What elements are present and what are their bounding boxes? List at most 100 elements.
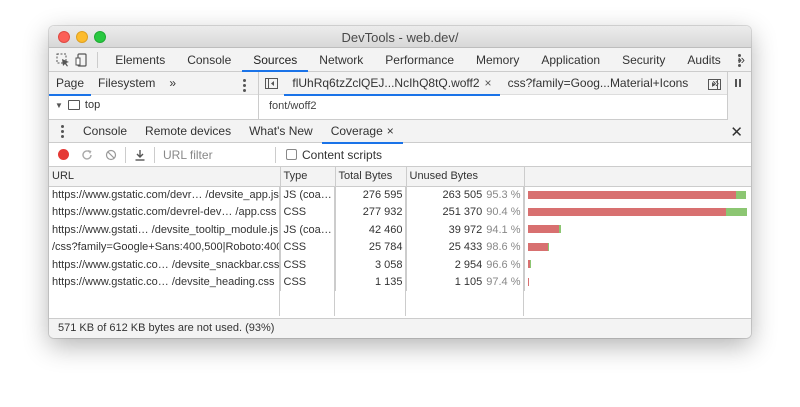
toolbar-divider (125, 146, 126, 163)
cell-total-bytes: 25 784 (335, 238, 407, 256)
url-filter-input[interactable]: URL filter (163, 148, 273, 162)
column-header-usage-bar (524, 167, 751, 187)
usage-bar-unused (527, 225, 560, 233)
record-icon (57, 149, 69, 160)
tree-item-label: top (84, 99, 101, 111)
table-row[interactable]: https://www.gstatic.com/devr… /devsite_a… (49, 186, 751, 204)
unused-percent: 98.6 % (486, 241, 521, 254)
window-title: DevTools - web.dev/ (341, 30, 459, 45)
usage-bar-unused (527, 242, 548, 251)
tab-security[interactable]: Security (611, 48, 676, 72)
table-row[interactable]: https://www.gstatic.co… /devsite_heading… (49, 273, 751, 292)
unused-percent: 94.1 % (486, 223, 521, 236)
unused-bytes-value: 251 370 (442, 206, 483, 219)
usage-bar (527, 190, 747, 199)
drawer-tab-console[interactable]: Console (74, 120, 136, 143)
cell-type: CSS (280, 256, 336, 274)
file-tab-woff2[interactable]: flUhRq6tzZclQEJ...NcIhQ8tQ.woff2 × (284, 72, 500, 96)
cell-total-bytes: 1 135 (335, 273, 407, 291)
tab-audits[interactable]: Audits (676, 48, 731, 72)
unused-bytes-value: 39 972 (448, 223, 483, 236)
table-row[interactable]: https://www.gstatic.com/devrel-dev… /app… (49, 203, 751, 222)
cell-type: CSS (280, 203, 336, 221)
tree-item-top[interactable]: ▼ top (49, 95, 258, 115)
navigator-menu-icon[interactable] (239, 77, 250, 94)
toolbar-divider (275, 146, 276, 163)
cell-unused-bytes: 39 972 94.1 % (406, 221, 525, 239)
toggle-debugger-icon[interactable] (703, 72, 725, 96)
cell-url: /css?family=Google+Sans:400,500|Roboto:4… (49, 238, 281, 256)
frame-icon (67, 100, 80, 110)
record-button[interactable] (51, 143, 75, 167)
toolbar-divider (154, 146, 155, 163)
close-drawer-icon[interactable]: ✕ (730, 123, 743, 141)
pause-icon[interactable] (728, 72, 748, 94)
tab-memory[interactable]: Memory (465, 48, 530, 72)
usage-bar-cell (524, 186, 751, 204)
table-row[interactable]: /css?family=Google+Sans:400,500|Roboto:4… (49, 238, 751, 256)
tab-application[interactable]: Application (530, 48, 611, 72)
tab-console[interactable]: Console (176, 48, 242, 72)
title-bar: DevTools - web.dev/ (49, 26, 751, 48)
nav-tab-filesystem[interactable]: Filesystem (91, 72, 162, 95)
unused-bytes-value: 1 105 (454, 276, 483, 289)
close-coverage-tab-icon[interactable]: × (387, 124, 394, 138)
cell-total-bytes: 3 058 (335, 256, 407, 274)
customize-menu-icon[interactable] (734, 52, 745, 69)
usage-bar-used (726, 207, 748, 216)
coverage-status-bar: 571 KB of 612 KB bytes are not used. (93… (49, 318, 751, 338)
tab-network[interactable]: Network (308, 48, 374, 72)
cell-url: https://www.gstatic.com/devrel-dev… /app… (49, 203, 281, 221)
cell-type: JS (coa… (280, 186, 336, 204)
checkbox-box[interactable] (286, 149, 297, 160)
reload-button[interactable] (75, 143, 99, 167)
cell-url: https://www.gstatic.co… /devsite_snackba… (49, 256, 281, 274)
usage-bar-cell (524, 204, 751, 222)
export-button[interactable] (128, 143, 152, 167)
cell-unused-bytes: 263 505 95.3 % (406, 186, 525, 204)
usage-bar-cell (524, 221, 751, 239)
unused-percent: 90.4 % (486, 206, 521, 219)
device-toolbar-icon[interactable] (72, 48, 91, 72)
navigator-pane: Page Filesystem » ▼ top (49, 72, 259, 120)
column-header-type[interactable]: Type (280, 167, 336, 187)
nav-tab-page[interactable]: Page (49, 72, 92, 96)
cell-url: https://www.gstatic.com/devr… /devsite_a… (49, 186, 281, 204)
cell-unused-bytes: 1 105 97.4 % (406, 273, 525, 291)
usage-bar (527, 225, 562, 233)
toolbar-divider (97, 51, 99, 68)
sources-panel: Page Filesystem » ▼ top flUhRq6tzZclQEJ.… (49, 72, 751, 120)
drawer-tab-whats-new[interactable]: What's New (240, 120, 322, 143)
usage-bar-used (559, 225, 562, 233)
file-mime-type: font/woff2 (269, 100, 317, 112)
toggle-navigator-icon[interactable] (259, 71, 284, 95)
unused-percent: 95.3 % (486, 189, 521, 201)
drawer-tab-remote-devices[interactable]: Remote devices (136, 120, 240, 143)
column-header-url[interactable]: URL (49, 167, 281, 187)
close-tab-icon[interactable]: × (485, 76, 492, 90)
column-header-total-bytes[interactable]: Total Bytes (335, 167, 407, 187)
tab-elements[interactable]: Elements (104, 48, 176, 72)
content-scripts-checkbox[interactable]: Content scripts (286, 148, 382, 162)
main-toolbar: Elements Console Sources Network Perform… (49, 48, 751, 72)
file-tab-css[interactable]: css?family=Goog...Material+Icons (500, 72, 697, 95)
drawer-tab-coverage[interactable]: Coverage × (321, 120, 403, 144)
tab-performance[interactable]: Performance (374, 48, 465, 72)
drawer-menu-icon[interactable] (49, 124, 74, 138)
tab-sources[interactable]: Sources (242, 48, 309, 72)
coverage-toolbar: URL filter Content scripts (49, 143, 751, 167)
clear-button[interactable] (99, 143, 123, 167)
inspect-element-icon[interactable] (53, 48, 72, 72)
unused-bytes-value: 25 433 (448, 241, 483, 254)
unused-bytes-value: 263 505 (442, 189, 483, 201)
coverage-table: URL Type Total Bytes Unused Bytes https:… (49, 167, 751, 316)
unused-percent: 96.6 % (486, 258, 521, 271)
column-header-unused-bytes[interactable]: Unused Bytes (406, 167, 525, 187)
cell-unused-bytes: 25 433 98.6 % (406, 238, 525, 256)
table-row[interactable]: https://www.gstati… /devsite_tooltip_mod… (49, 221, 751, 239)
nav-more-button[interactable]: » (162, 72, 183, 95)
table-row[interactable]: https://www.gstatic.co… /devsite_snackba… (49, 256, 751, 274)
usage-bar-cell (524, 274, 751, 292)
table-header-row: URL Type Total Bytes Unused Bytes (49, 167, 751, 187)
download-icon (135, 149, 145, 161)
